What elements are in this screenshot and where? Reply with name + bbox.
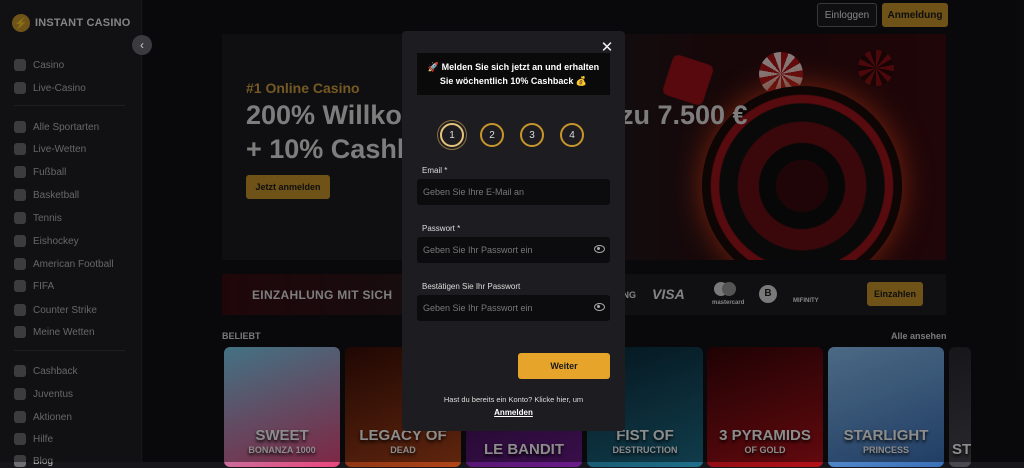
step-4: 4 xyxy=(560,123,584,147)
next-button[interactable]: Weiter xyxy=(518,353,610,379)
confirm-password-placeholder: Geben Sie Ihr Passwort ein xyxy=(423,303,533,313)
email-field[interactable]: Geben Sie Ihre E-Mail an xyxy=(417,179,610,205)
login-link[interactable]: Anmelden xyxy=(402,408,625,417)
password-field[interactable]: Geben Sie Ihr Passwort ein xyxy=(417,237,610,263)
step-indicator: 1 2 3 4 xyxy=(440,123,584,147)
email-placeholder: Geben Sie Ihre E-Mail an xyxy=(423,187,525,197)
step-2: 2 xyxy=(480,123,504,147)
email-label: Email * xyxy=(422,166,448,175)
sidebar-collapse-button[interactable]: ‹ xyxy=(132,35,152,55)
promo-banner: 🚀 Melden Sie sich jetzt an und erhalten … xyxy=(417,53,610,95)
password-placeholder: Geben Sie Ihr Passwort ein xyxy=(423,245,533,255)
step-3: 3 xyxy=(520,123,544,147)
registration-modal: ✕ 🚀 Melden Sie sich jetzt an und erhalte… xyxy=(402,31,625,431)
login-hint: Hast du bereits ein Konto? Klicke hier, … xyxy=(443,395,584,404)
step-1: 1 xyxy=(440,123,464,147)
password-label: Passwort * xyxy=(422,224,461,233)
eye-icon[interactable] xyxy=(594,303,605,311)
eye-icon[interactable] xyxy=(594,245,605,253)
promo-line: Sie wöchentlich 10% Cashback 💰 xyxy=(439,76,588,86)
promo-line: 🚀 Melden Sie sich jetzt an und erhalten xyxy=(427,62,600,72)
confirm-password-label: Bestätigen Sie Ihr Passwort xyxy=(422,282,521,291)
confirm-password-field[interactable]: Geben Sie Ihr Passwort ein xyxy=(417,295,610,321)
